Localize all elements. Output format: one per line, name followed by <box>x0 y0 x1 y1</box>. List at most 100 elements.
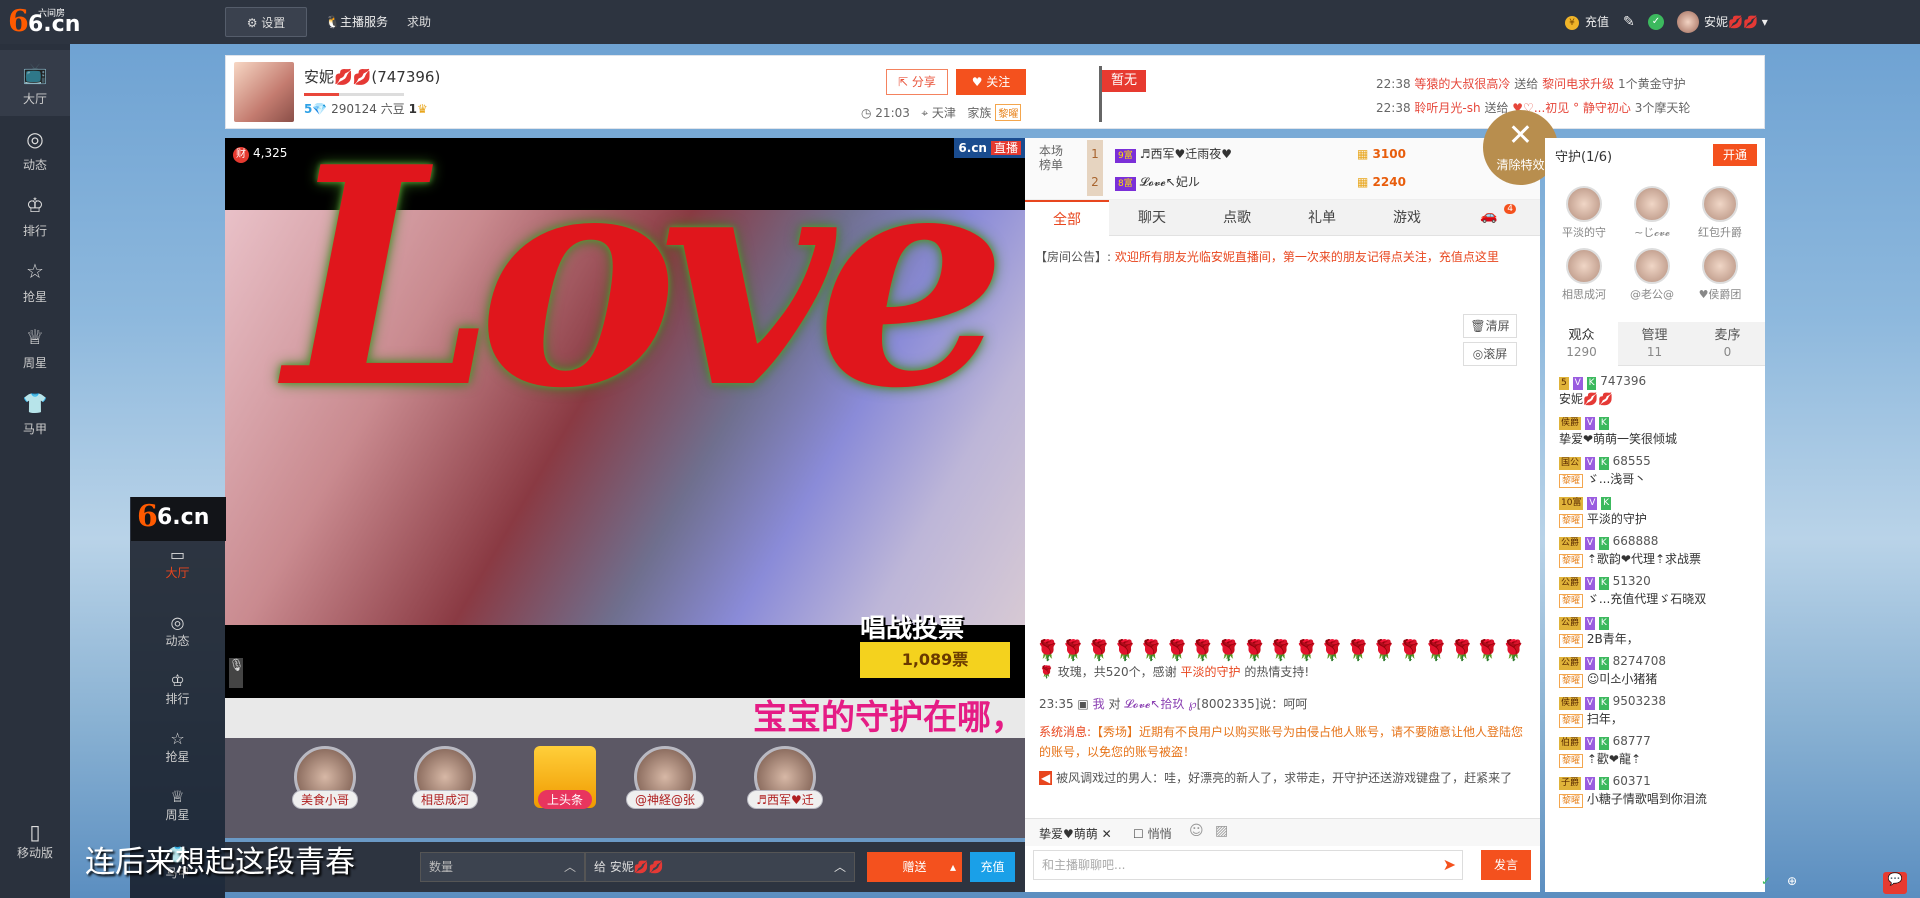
vote-widget[interactable]: 唱战投票 1,089票 <box>860 608 1020 683</box>
user-menu[interactable]: 安妮💋💋 ▾ <box>1704 12 1768 32</box>
settings-button[interactable]: ⚙ 设置 <box>225 7 307 37</box>
zoom-icon[interactable]: ⊕ <box>1787 874 1797 888</box>
guard-strip-item[interactable]: 相思成河 <box>395 746 495 831</box>
help-link[interactable]: 求助 <box>407 7 431 37</box>
guard-item[interactable]: @老公@ <box>1619 248 1685 302</box>
guard-strip-item[interactable]: ♬西军♥迁 <box>735 746 835 831</box>
audience-row[interactable]: 10富 V K 黎曜 平淡的守护 <box>1559 492 1759 528</box>
recharge-button[interactable]: 充值 <box>970 852 1015 882</box>
chat-tab[interactable]: 全部 <box>1025 200 1109 236</box>
audience-row[interactable]: 侯爵 V K 9503238 黎曜 扫年， <box>1559 692 1759 728</box>
audience-row[interactable]: 国公 V K 68555 黎曜 ゞ...浅哥丶 <box>1559 452 1759 488</box>
guard-item[interactable]: 红包升爵 <box>1687 186 1753 240</box>
rank-row[interactable]: 2 8富 𝓛𝓸𝓿𝓮↖妃ル ▦ 2240 <box>1087 168 1527 196</box>
send-arrow-icon[interactable]: ➤ <box>1443 851 1456 879</box>
family-badge[interactable]: 黎曜 <box>995 104 1022 121</box>
nav-star[interactable]: ☆ 抢星 <box>0 248 70 314</box>
guard-item[interactable]: 平淡的守 <box>1551 186 1617 240</box>
family-badge: 黎曜 <box>1559 514 1584 528</box>
gift-sender[interactable]: 等猿的大叔很高冷 <box>1414 77 1510 91</box>
host-service-link[interactable]: 🐧主播服务 <box>325 7 388 37</box>
site-logo[interactable]: 6 6.cn 六间房 <box>8 4 80 39</box>
audience-tab[interactable]: 观众 1290 <box>1545 322 1618 366</box>
sys-text: 【秀场】近期有不良用户以购买账号为由侵占他人账号，请不要随意让他人登陆您的账号，… <box>1039 725 1524 759</box>
edit-icon[interactable]: ✎ <box>1623 12 1635 32</box>
guard-strip-item[interactable]: @神経@张 <box>615 746 715 831</box>
rose-message: 🌹 玫瑰，共520个，感谢 平淡的守护 的热情支持! <box>1039 665 1310 679</box>
close-icon[interactable]: ✕ <box>1102 827 1112 841</box>
audience-id: 668888 <box>1612 534 1659 548</box>
open-guard-button[interactable]: 开通 <box>1713 144 1757 166</box>
audience-row[interactable]: 公爵 V K 51320 黎曜 ゞ...充值代理ゞ石晓双 <box>1559 572 1759 608</box>
nav-feed[interactable]: ◎ 动态 <box>0 116 70 182</box>
gift-sender[interactable]: 聆听月光-sh <box>1414 101 1480 115</box>
guard-item[interactable]: ♥侯爵团 <box>1687 248 1753 302</box>
audience-row[interactable]: 伯爵 V K 68777 黎曜 ⇡歡❤龍⇡ <box>1559 732 1759 768</box>
quantity-input[interactable]: 数量 ︿ <box>420 852 585 882</box>
emoji-icon[interactable]: ☺ <box>1189 823 1204 839</box>
audience-row[interactable]: 侯爵 V K 挚爱❤萌萌一笑很倾城 <box>1559 412 1759 448</box>
share-button[interactable]: ⇱ 分享 <box>886 69 948 95</box>
shield-check-icon[interactable]: ✓ <box>1761 874 1771 888</box>
guard-strip: 美食小哥 相思成河 上头条 @神経@张 ♬西军♥迁 <box>225 738 1025 838</box>
family-badge: 黎曜 <box>1559 674 1584 688</box>
guard-item[interactable]: ~じ𝓬𝓿𝓮 <box>1619 186 1685 240</box>
nav-rank[interactable]: ♔ 排行 <box>0 182 70 248</box>
chat-placeholder: 和主播聊聊吧... <box>1042 858 1126 872</box>
chat-target[interactable]: 挚爱♥萌萌 ✕ <box>1039 825 1112 842</box>
user-avatar[interactable] <box>1677 11 1699 33</box>
chat-input[interactable]: 和主播聊聊吧... ➤ <box>1033 850 1463 880</box>
audience-row[interactable]: 子爵 V K 60371 黎曜 小糖子情歌唱到你泪流 <box>1559 772 1759 808</box>
location-icon: ⌖ <box>921 106 932 120</box>
whisper-checkbox[interactable]: ☐ 悄悄 <box>1133 825 1172 842</box>
rose-user[interactable]: 平淡的守护 <box>1181 665 1241 679</box>
video-player[interactable]: 财 4,325 6.cn 直播 Love 唱战投票 1,089票 🎙 <box>225 138 1025 698</box>
audience-tab[interactable]: 管理 11 <box>1618 322 1691 366</box>
level-progress-fill <box>304 93 339 96</box>
recharge-link[interactable]: ¥ 充值 <box>1565 12 1609 32</box>
mic-icon[interactable]: 🎙 <box>229 658 244 688</box>
clear-screen-button[interactable]: 🗑清屏 <box>1463 314 1517 338</box>
status-tray: ✉ ✓ ⊕ 💬 <box>1725 870 1920 898</box>
send-gift-button[interactable]: 赠送 ▴ <box>867 852 962 882</box>
nav-weekly[interactable]: ♕ 周星 <box>0 314 70 380</box>
mail-icon[interactable]: ✉ <box>1735 874 1745 888</box>
chat-target-name: 挚爱♥萌萌 <box>1039 827 1098 841</box>
rank-flag[interactable]: 暂无 <box>1102 70 1146 92</box>
msg-to[interactable]: 𝓛𝓸𝓿𝓮↖拾玖 ℘ <box>1124 697 1196 711</box>
audience-row[interactable]: 公爵 V K 8274708 黎曜 ☺미소小猪猪 <box>1559 652 1759 688</box>
chat-tab[interactable]: 游戏 <box>1365 200 1449 236</box>
send-message-button[interactable]: 发言 <box>1481 850 1531 880</box>
guard-strip-item[interactable]: 上头条 <box>515 746 615 831</box>
tv-icon: 📺 <box>22 61 48 85</box>
check-icon[interactable]: ✓ <box>1648 14 1664 30</box>
rank-row[interactable]: 1 9富 ♬西军♥迁雨夜♥ ▦ 3100 <box>1087 140 1527 168</box>
chat-bubble-icon[interactable]: 💬 <box>1883 872 1907 894</box>
guard-strip-item[interactable]: 美食小哥 <box>275 746 375 831</box>
nav-vest[interactable]: 👕 马甲 <box>0 380 70 446</box>
guard-strip-label: 上头条 <box>537 790 592 809</box>
chat-tab[interactable]: 聊天 <box>1110 200 1194 236</box>
audience-row[interactable]: 公爵 V K 668888 黎曜 ⇡歌韵❤代理⇡求战票 <box>1559 532 1759 568</box>
audience-id: 8274708 <box>1612 654 1667 668</box>
follow-button[interactable]: ♥ 关注 <box>956 69 1026 95</box>
guard-item[interactable]: 相思成河 <box>1551 248 1617 302</box>
chat-tab[interactable]: 点歌 <box>1195 200 1279 236</box>
room-announcement[interactable]: 【房间公告】: 欢迎所有朋友光临安妮直播间，第一次来的朋友记得点关注，充值点这里 <box>1035 248 1530 265</box>
msg-from[interactable]: 我 <box>1093 697 1105 711</box>
level-progress-bar <box>304 93 404 96</box>
msg-to-word: 对 <box>1108 697 1121 711</box>
streamer-avatar[interactable] <box>234 62 294 122</box>
recipient-select[interactable]: 给 安妮💋💋 ︿ <box>585 852 855 882</box>
chat-tab[interactable]: 礼单 <box>1280 200 1364 236</box>
image-icon[interactable]: ▨ <box>1215 823 1228 839</box>
diamond-icon: 💎 <box>312 102 332 116</box>
gift-receiver[interactable]: 黎问电求升级 <box>1542 77 1614 91</box>
audience-row[interactable]: 公爵 V K 黎曜 2B青年， <box>1559 612 1759 648</box>
nav-lobby[interactable]: 📺 大厅 <box>0 50 70 116</box>
scroll-screen-button[interactable]: ◎滚屏 <box>1463 342 1517 366</box>
car-icon[interactable]: 🚗 4 <box>1480 204 1516 228</box>
mobile-version-link[interactable]: ▯ 移动版 <box>0 820 70 876</box>
audience-row[interactable]: 5 V K 747396 安妮💋💋 <box>1559 372 1759 408</box>
audience-tab[interactable]: 麦序 0 <box>1691 322 1764 366</box>
